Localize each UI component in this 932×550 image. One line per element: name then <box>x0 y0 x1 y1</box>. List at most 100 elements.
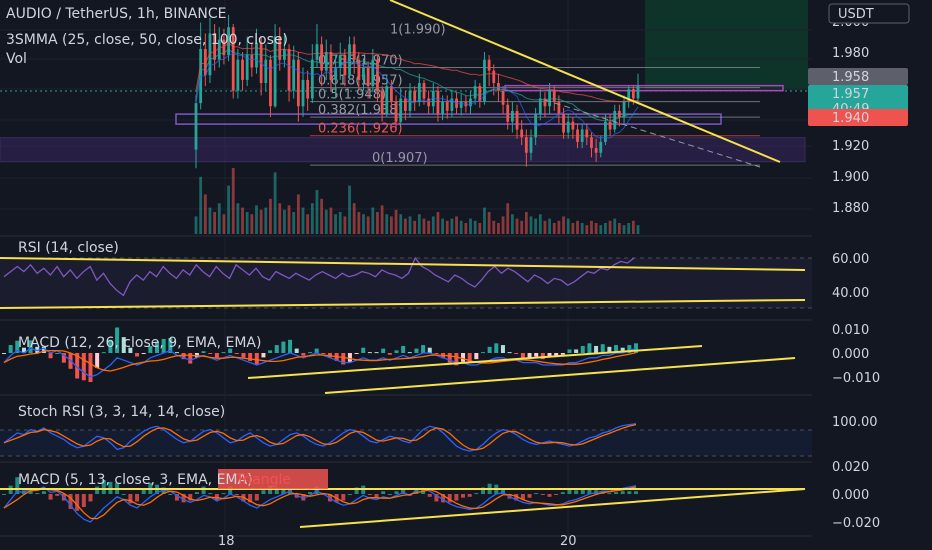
macd2-histogram-bar <box>194 492 199 494</box>
fib-label-top: 1(1.990) <box>390 23 446 38</box>
candle-body <box>473 86 477 99</box>
macd1-tick: −0.010 <box>832 371 880 386</box>
volume-bar <box>492 220 496 234</box>
macd1-histogram-bar <box>141 353 146 354</box>
macd1-histogram-bar <box>81 353 86 381</box>
candle-body <box>557 101 561 114</box>
volume-legend: Vol <box>6 51 27 67</box>
volume-bar <box>380 205 384 234</box>
macd1-histogram-bar <box>560 353 565 355</box>
macd1-histogram-bar <box>367 352 372 354</box>
ma-legend: 3SMMA (25, close, 50, close, 100, close) <box>6 32 288 48</box>
macd2-histogram-bar <box>387 494 392 495</box>
macd1-histogram-bar <box>461 353 466 362</box>
macd2-histogram-bar <box>35 493 40 495</box>
volume-bar <box>292 212 296 234</box>
macd1-histogram-bar <box>394 350 399 353</box>
macd1-tick: 0.000 <box>832 347 869 362</box>
volume-bar <box>417 214 421 234</box>
candle-body <box>306 79 310 99</box>
macd2-histogram-bar <box>81 494 86 508</box>
macd1-histogram-bar <box>321 353 326 354</box>
volume-bar <box>324 209 328 234</box>
macd2-histogram-bar <box>135 494 140 502</box>
volume-bar <box>320 198 324 234</box>
candle-body <box>380 90 384 114</box>
fib-label-3: 0.382(1.938) <box>318 103 403 118</box>
volume-bar <box>599 225 603 234</box>
volume-bar <box>241 207 244 234</box>
macd1-histogram-bar <box>347 353 352 362</box>
candle-body <box>315 44 319 60</box>
macd1-histogram-bar <box>580 345 585 353</box>
stoch-legend: Stoch RSI (3, 3, 14, 14, close) <box>18 404 225 420</box>
macd1-histogram-bar <box>294 348 299 353</box>
currency-label: USDT <box>838 7 874 22</box>
macd1-tick: 0.010 <box>832 323 869 338</box>
volume-bar <box>441 218 444 234</box>
volume-bar <box>403 218 407 234</box>
stoch-tick: 100.00 <box>832 415 878 430</box>
volume-bar <box>231 168 235 234</box>
macd2-histogram-bar <box>547 494 552 497</box>
volume-bar <box>576 220 579 234</box>
candle-body <box>390 86 393 102</box>
volume-bar <box>357 212 361 234</box>
volume-bar <box>269 198 272 234</box>
macd2-histogram-bar <box>234 494 239 495</box>
macd2-histogram-bar <box>261 490 266 494</box>
macd2-histogram-bar <box>540 494 545 495</box>
macd2-histogram-bar <box>121 494 126 495</box>
macd1-histogram-bar <box>214 353 219 358</box>
candle-body <box>510 110 514 122</box>
macd2-histogram-bar <box>627 491 632 494</box>
volume-bar <box>622 225 626 234</box>
volume-bar <box>427 220 431 234</box>
volume-bar <box>371 207 375 234</box>
macd2-histogram-bar <box>2 494 6 495</box>
volume-bar <box>501 216 505 234</box>
macd1-histogram-bar <box>381 348 386 353</box>
fib-label-5: 0(1.907) <box>372 151 428 166</box>
candle-body <box>348 44 351 76</box>
macd1-histogram-bar <box>600 344 605 353</box>
rsi-tick: 40.00 <box>832 286 869 301</box>
candle-body <box>301 79 305 107</box>
volume-bar <box>636 225 640 234</box>
candle-body <box>566 121 570 133</box>
macd1-histogram-bar <box>514 353 519 354</box>
candle-body <box>436 90 440 114</box>
macd1-histogram-bar <box>387 353 392 355</box>
candle-body <box>631 89 635 99</box>
volume-bar <box>394 209 398 234</box>
time-tick-18: 18 <box>218 534 235 549</box>
macd1-histogram-bar <box>500 345 505 353</box>
macd2-histogram-bar <box>75 494 80 511</box>
macd1-histogram-bar <box>261 353 266 358</box>
volume-bar <box>227 185 230 234</box>
macd2-histogram-bar <box>254 494 259 501</box>
macd2-histogram-bar <box>534 493 539 495</box>
price-badge-ma-text: 1.940 <box>832 111 869 126</box>
volume-bar <box>520 220 524 234</box>
macd1-histogram-bar <box>574 349 579 353</box>
macd2-histogram-bar <box>454 494 459 501</box>
macd1-histogram-bar <box>487 346 492 353</box>
macd2-histogram-bar <box>574 490 579 494</box>
candle-body <box>352 44 356 60</box>
candle-body <box>320 44 324 71</box>
volume-bar <box>203 194 207 234</box>
fib-zone-mid <box>175 113 722 125</box>
volume-bar <box>343 216 347 234</box>
candle-body <box>441 101 444 114</box>
volume-bar <box>515 218 519 234</box>
macd1-histogram-bar <box>354 353 359 354</box>
chart-canvas[interactable]: 0.786(1.970)0.618(1.957)0.5(1.948)0.382(… <box>0 0 932 550</box>
macd1-histogram-bar <box>8 345 13 353</box>
volume-bar <box>236 203 240 234</box>
macd2-histogram-bar <box>88 494 93 502</box>
volume-bar <box>571 223 575 234</box>
macd1-histogram-bar <box>221 352 226 354</box>
macd2-histogram-bar <box>554 494 559 495</box>
volume-bar <box>334 214 337 234</box>
